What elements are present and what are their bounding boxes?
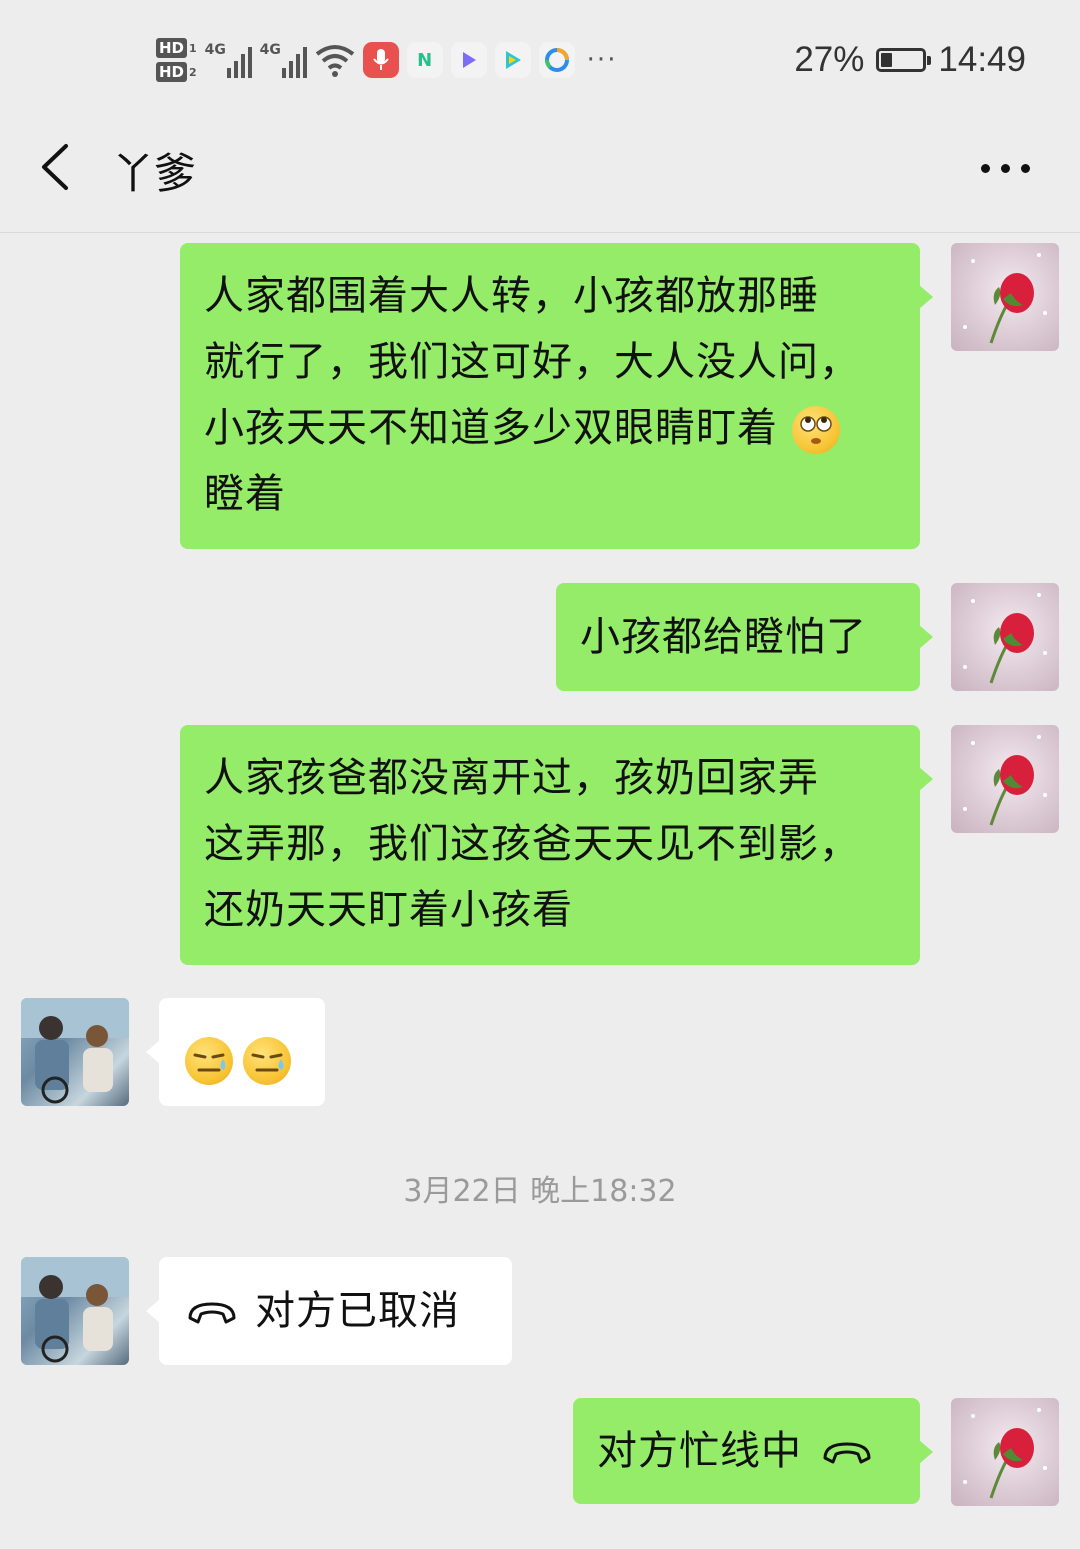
call-record-bubble[interactable]: 对方已取消 [146, 1257, 512, 1365]
microphone-app-icon [362, 42, 399, 78]
call-record-bubble[interactable]: 对方忙线中 [573, 1398, 933, 1504]
message-text: 小孩都给瞪怕了 [580, 614, 867, 660]
message-text: 小孩天天不知道多少双眼睛盯着 [204, 405, 778, 451]
rolling-eyes-emoji [791, 406, 840, 454]
wifi-icon [315, 45, 354, 77]
back-arrow-icon[interactable] [36, 142, 76, 192]
signal-2-icon: 4G [260, 42, 307, 78]
status-right: 27% 14:49 [794, 40, 1026, 80]
chat-header: 丫爹 [0, 120, 1080, 233]
message-line: 瞪着 [204, 471, 286, 517]
my-avatar[interactable] [951, 1398, 1059, 1506]
hd-badge-1: HD [156, 38, 188, 58]
battery-fill [881, 53, 893, 67]
status-left: HD 1 HD 2 4G 4G N ··· [156, 30, 617, 90]
message-line: 小孩天天不知道多少双眼睛盯着 [204, 395, 896, 461]
hang-up-icon [823, 1442, 871, 1464]
hd-sim-1: 1 [189, 41, 197, 55]
hd-indicators: HD 1 HD 2 [156, 38, 197, 82]
my-avatar[interactable] [951, 243, 1059, 351]
message-line: 还奶天天盯着小孩看 [204, 887, 573, 933]
rose-image [963, 1408, 1047, 1499]
contact-avatar[interactable] [21, 998, 129, 1106]
n-app-icon: N [406, 42, 443, 78]
message-bubble[interactable] [146, 998, 325, 1106]
rose-image [963, 253, 1047, 344]
rose-image [963, 593, 1047, 684]
message-line: 就行了，我们这可好，大人没人问， [204, 339, 860, 385]
hd-badge-2: HD [156, 62, 188, 82]
chat-timestamp: 3月22日 晚上18:32 [403, 1174, 677, 1209]
message-line: 人家孩爸都没离开过，孩奶回家弄 [204, 755, 819, 801]
signal-1-icon: 4G [205, 42, 252, 78]
network-type-2: 4G [259, 42, 281, 58]
my-avatar[interactable] [951, 725, 1059, 833]
video-play-app-icon [450, 42, 487, 78]
chat-title: 丫爹 [112, 149, 197, 198]
hd-sim-2: 2 [189, 65, 197, 79]
couple-photo-image [21, 998, 129, 1104]
network-type-1: 4G [204, 42, 226, 58]
message-line: 人家都围着大人转，小孩都放那睡 [204, 273, 819, 319]
message-bubble[interactable]: 人家都围着大人转，小孩都放那睡 就行了，我们这可好，大人没人问， 小孩天天不知道… [180, 243, 933, 549]
more-notifications-icon: ··· [586, 45, 618, 75]
message-bubble[interactable]: 小孩都给瞪怕了 [556, 583, 933, 691]
call-status-text: 对方忙线中 [597, 1428, 802, 1474]
hd-indicator-1: HD 1 [156, 38, 197, 58]
battery-percent: 27% [794, 40, 865, 79]
bottom-edge [0, 1540, 1080, 1549]
clock: 14:49 [938, 40, 1026, 79]
rose-image [963, 735, 1047, 826]
sweat-smile-emoji [243, 1037, 291, 1085]
hang-up-icon [188, 1302, 236, 1324]
my-avatar[interactable] [951, 583, 1059, 691]
contact-avatar[interactable] [21, 1257, 129, 1365]
sweat-smile-emoji [185, 1037, 233, 1085]
tencent-video-app-icon [538, 42, 575, 78]
status-bar: HD 1 HD 2 4G 4G N ··· 27% 14:49 [0, 0, 1080, 120]
couple-photo-image [21, 1257, 129, 1363]
message-line: 这弄那，我们这孩爸天天见不到影， [204, 821, 860, 867]
battery-icon [876, 48, 932, 72]
message-bubble[interactable]: 人家孩爸都没离开过，孩奶回家弄 这弄那，我们这孩爸天天见不到影， 还奶天天盯着小… [180, 725, 933, 965]
iqiyi-app-icon [494, 42, 531, 78]
more-options-icon[interactable] [981, 164, 1030, 173]
hd-indicator-2: HD 2 [156, 62, 197, 82]
call-status-text: 对方已取消 [255, 1288, 460, 1334]
